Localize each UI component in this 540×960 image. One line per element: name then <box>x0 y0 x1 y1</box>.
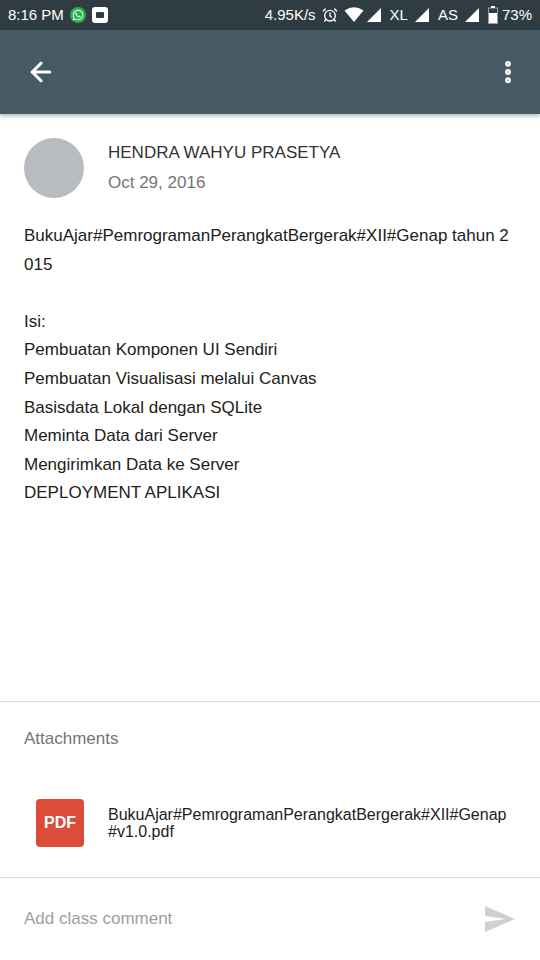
alarm-icon <box>322 7 338 23</box>
signal-icon <box>366 7 382 23</box>
more-dots-icon <box>494 58 522 86</box>
post-date: Oct 29, 2016 <box>108 171 340 195</box>
network-speed: 4.95K/s <box>265 4 316 27</box>
carrier-label: AS <box>438 4 458 27</box>
bbm-icon <box>92 7 108 23</box>
status-time: 8:16 PM <box>8 4 64 27</box>
toolbar <box>0 30 540 114</box>
post-text: BukuAjar#PemrogramanPerangkatBergerak#XI… <box>24 222 516 508</box>
status-bar: 8:16 PM 4.95K/s XL AS 73% <box>0 0 540 30</box>
whatsapp-icon <box>70 7 86 23</box>
contents-label: Isi: <box>24 308 516 337</box>
author-name: HENDRA WAHYU PRASETYA <box>108 141 340 165</box>
contents-item: Mengirimkan Data ke Server <box>24 451 516 480</box>
back-arrow-icon <box>26 57 56 87</box>
carrier-label: XL <box>390 4 408 27</box>
contents-item: Pembuatan Visualisasi melalui Canvas <box>24 365 516 394</box>
app: 8:16 PM 4.95K/s XL AS 73% HENDRA WAHYU PRASET… <box>0 0 540 960</box>
post-body: HENDRA WAHYU PRASETYA Oct 29, 2016 BukuAja… <box>0 114 540 701</box>
avatar <box>24 138 84 198</box>
attachments-label: Attachments <box>24 727 516 751</box>
contents-item: Meminta Data dari Server <box>24 422 516 451</box>
signal-icon <box>414 7 430 23</box>
wifi-icon <box>344 7 364 23</box>
more-button[interactable] <box>494 58 522 86</box>
comment-input[interactable]: Add class comment <box>24 906 172 932</box>
comment-bar: Add class comment <box>0 877 540 960</box>
signal-icon <box>464 7 480 23</box>
battery-icon <box>488 6 498 24</box>
back-button[interactable] <box>26 57 56 87</box>
attachment-name: BukuAjar#PemrogramanPerangkatBergerak#XI… <box>108 806 508 840</box>
attachment-item[interactable]: PDF BukuAjar#PemrogramanPerangkatBergerak… <box>24 799 516 847</box>
author-row: HENDRA WAHYU PRASETYA Oct 29, 2016 <box>24 138 516 198</box>
pdf-icon: PDF <box>36 799 84 847</box>
post-title: BukuAjar#PemrogramanPerangkatBergerak#XI… <box>24 222 516 279</box>
contents-item: DEPLOYMENT APLIKASI <box>24 479 516 508</box>
send-button[interactable] <box>484 905 516 933</box>
battery-percent: 73% <box>502 4 532 27</box>
contents-item: Basisdata Lokal dengan SQLite <box>24 394 516 423</box>
attachments-section: Attachments PDF BukuAjar#PemrogramanPerang… <box>0 701 540 877</box>
contents-item: Pembuatan Komponen UI Sendiri <box>24 336 516 365</box>
send-icon <box>484 905 516 933</box>
